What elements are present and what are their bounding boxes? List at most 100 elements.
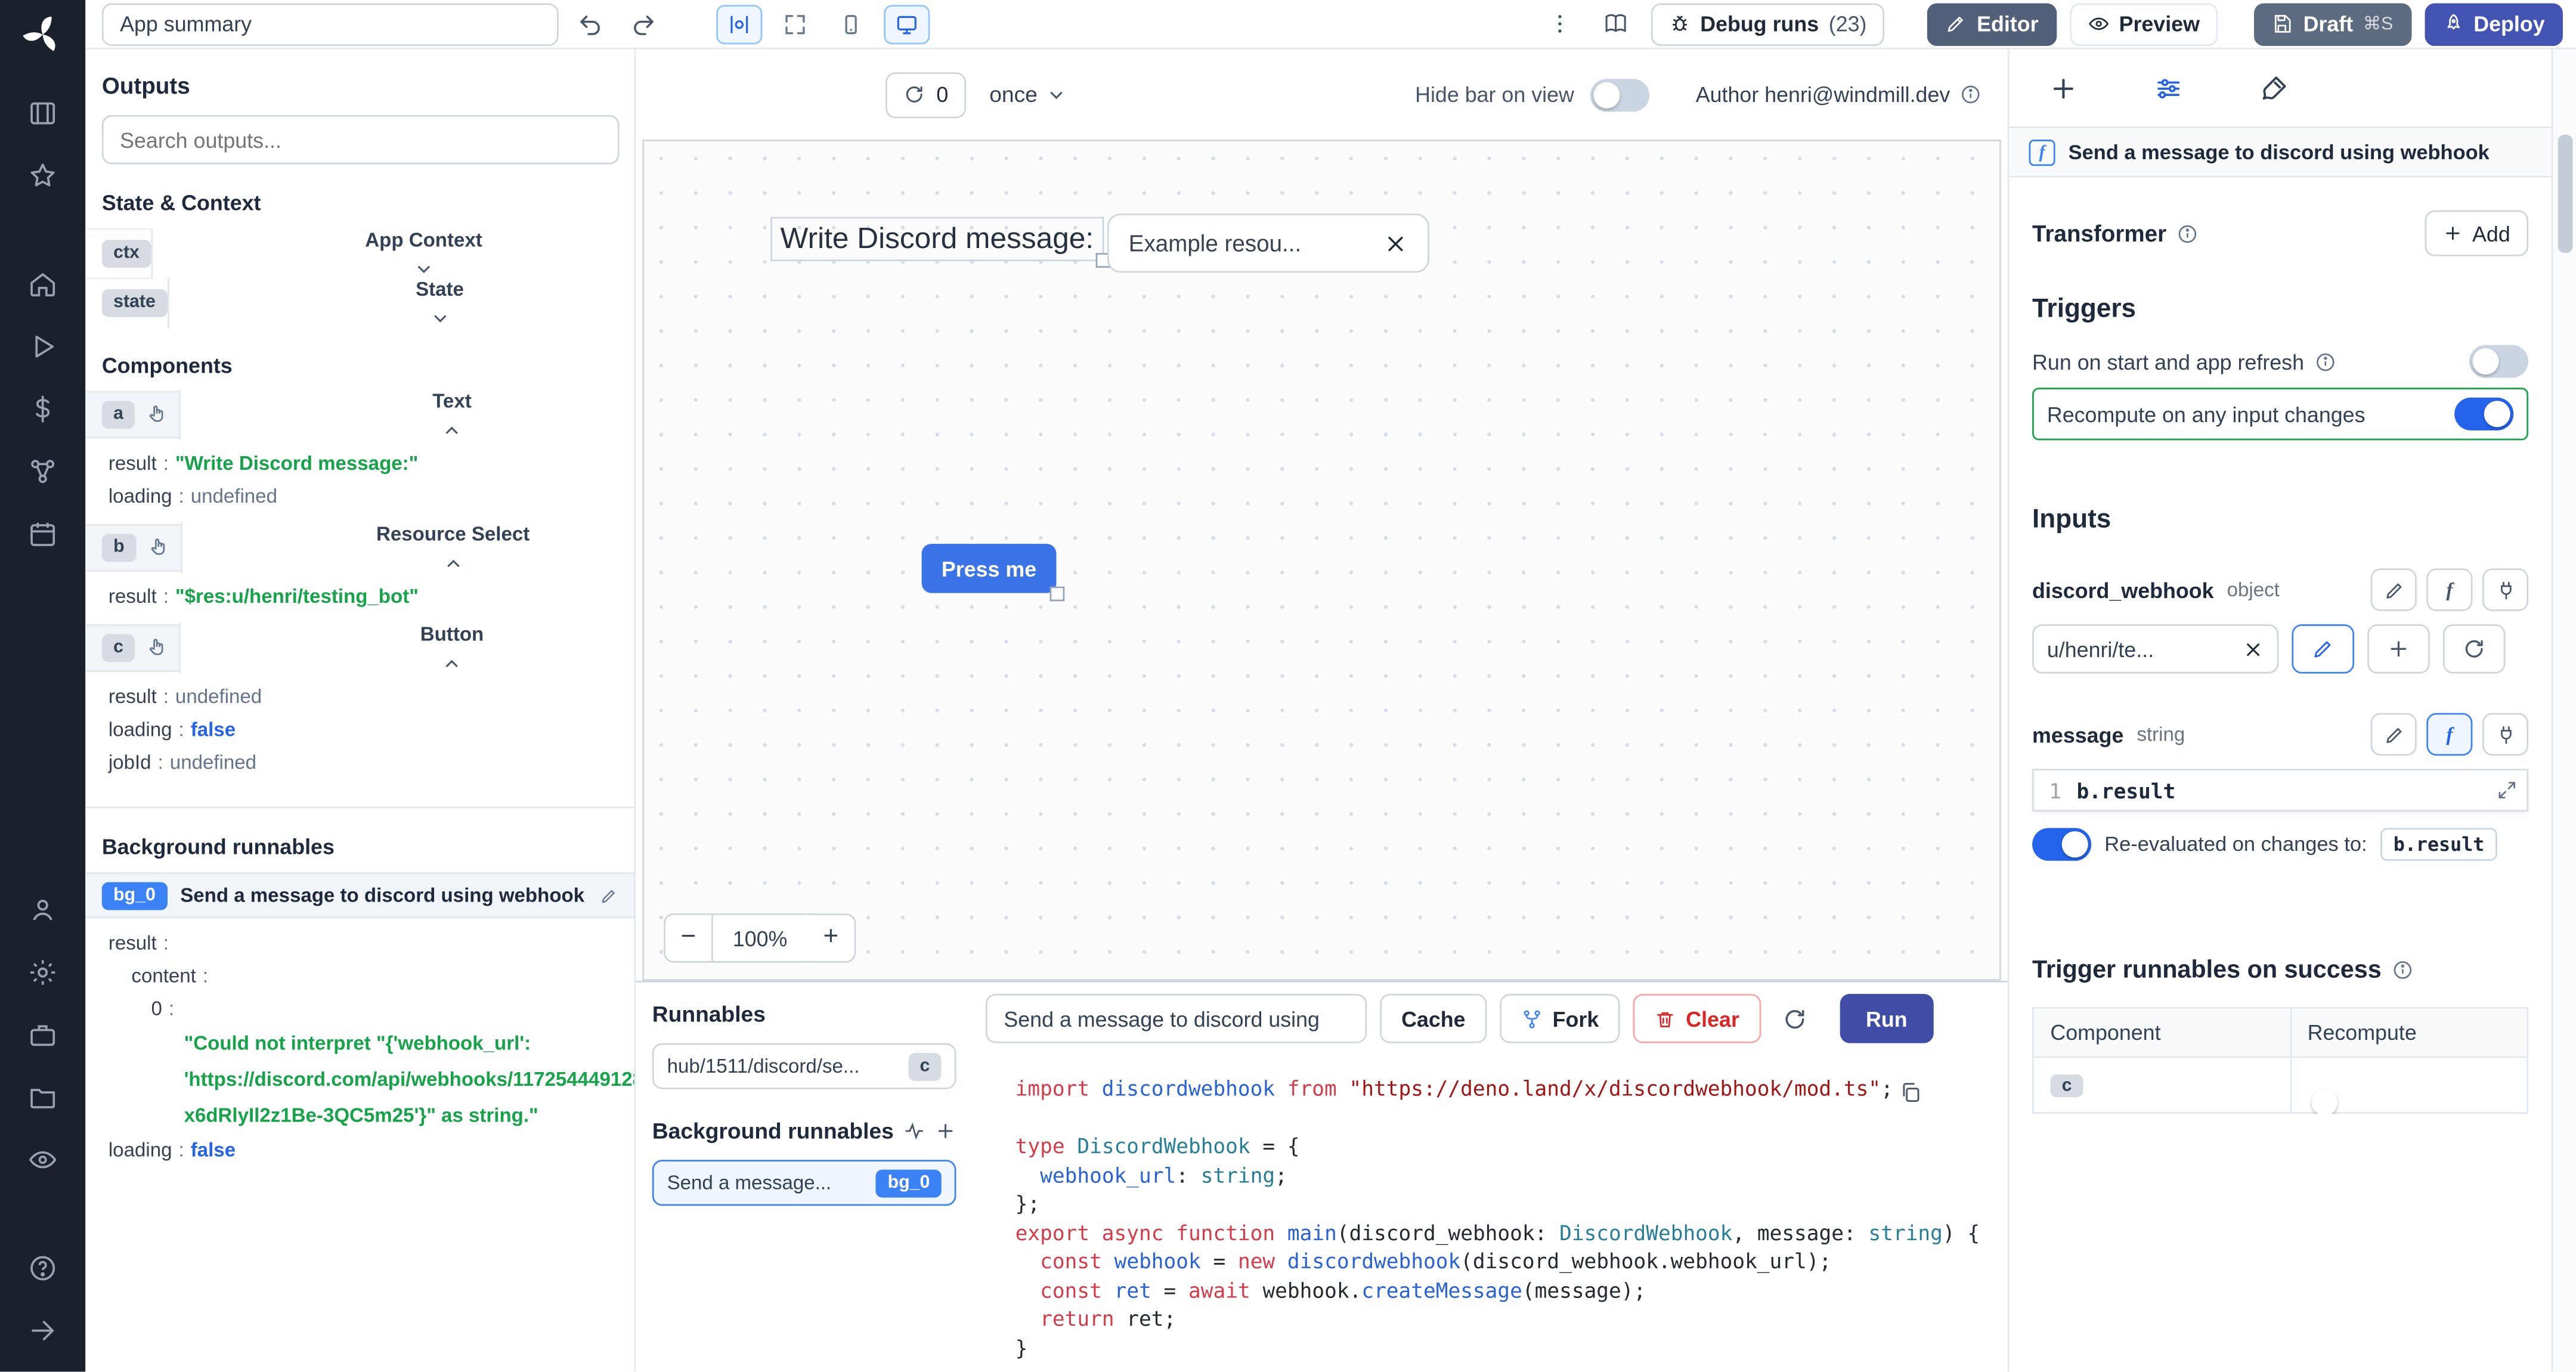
background-runnable-item[interactable]: Send a message... bg_0 xyxy=(652,1160,956,1206)
resources-hub-icon[interactable] xyxy=(0,440,85,503)
bg-runnable-title: Send a message to discord using webhook xyxy=(180,884,584,907)
bg-runnable-header[interactable]: bg_0 Send a message to discord using web… xyxy=(85,872,634,918)
hand-pointer-icon xyxy=(147,404,168,426)
audit-eye-icon[interactable] xyxy=(0,1129,85,1191)
draft-button[interactable]: Draft ⌘S xyxy=(2254,2,2411,45)
recompute-toggle[interactable] xyxy=(2454,398,2513,431)
settings-gear-icon[interactable] xyxy=(0,941,85,1004)
insert-component-tab[interactable] xyxy=(2049,73,2079,103)
text-component-value: Write Discord message: xyxy=(781,222,1094,255)
expression-f-button[interactable]: f xyxy=(2426,568,2472,611)
variables-dollar-icon[interactable] xyxy=(0,378,85,441)
home-icon[interactable] xyxy=(0,253,85,315)
component-b-badge: b xyxy=(102,534,136,562)
search-outputs-input[interactable] xyxy=(102,115,620,165)
copy-icon[interactable] xyxy=(1899,1081,1922,1104)
refresh-count-button[interactable]: 0 xyxy=(886,72,967,117)
app-canvas[interactable]: Write Discord message: Example resou... … xyxy=(642,140,2001,981)
deploy-label: Deploy xyxy=(2473,11,2544,36)
collapse-arrow-icon[interactable] xyxy=(0,1299,85,1362)
add-transformer-button[interactable]: Add xyxy=(2425,210,2528,256)
state-row[interactable]: state State xyxy=(85,278,634,327)
zoom-controls: − 100% + xyxy=(664,913,856,963)
line-number: 1 xyxy=(2034,778,2077,803)
more-menu-button[interactable] xyxy=(1539,2,1582,45)
connect-plug-button[interactable] xyxy=(2482,568,2528,611)
runnable-item[interactable]: hub/1511/discord/se... c xyxy=(652,1043,956,1089)
style-brush-tab[interactable] xyxy=(2259,73,2289,103)
desktop-view-button[interactable] xyxy=(884,4,930,44)
component-c-header[interactable]: c Button xyxy=(85,624,634,672)
docs-book-button[interactable] xyxy=(1595,2,1638,45)
expand-icon[interactable] xyxy=(2497,781,2517,800)
undo-button[interactable] xyxy=(568,2,611,45)
redo-button[interactable] xyxy=(621,2,664,45)
connect-plug-button[interactable] xyxy=(2482,713,2528,756)
app-summary-input[interactable] xyxy=(102,2,559,45)
component-b-header[interactable]: b Resource Select xyxy=(85,524,634,572)
run-on-start-toggle[interactable] xyxy=(2469,345,2528,378)
user-icon[interactable] xyxy=(0,879,85,941)
scrollbar-thumb[interactable] xyxy=(2558,135,2573,253)
ctx-row[interactable]: ctx App Context xyxy=(85,228,634,278)
script-title-input[interactable]: Send a message to discord using xyxy=(986,994,1367,1043)
zoom-out-button[interactable]: − xyxy=(664,913,713,963)
zoom-in-button[interactable]: + xyxy=(807,913,856,963)
clear-x-icon[interactable] xyxy=(1383,231,1408,255)
folders-icon[interactable] xyxy=(0,1066,85,1129)
resource-select-component[interactable]: Example resou... xyxy=(1107,213,1429,272)
fork-button[interactable]: Fork xyxy=(1500,994,1620,1043)
expression-f-button[interactable]: f xyxy=(2426,713,2472,756)
apps-board-icon[interactable] xyxy=(0,82,85,145)
help-icon[interactable] xyxy=(0,1237,85,1300)
field-name: discord_webhook xyxy=(2032,577,2214,602)
edit-pencil-icon[interactable] xyxy=(600,886,618,904)
preview-tab-button[interactable]: Preview xyxy=(2070,2,2218,45)
guides-toggle-button[interactable] xyxy=(716,4,762,44)
fork-label: Fork xyxy=(1553,1006,1599,1030)
colon: : xyxy=(157,452,175,475)
mobile-view-button[interactable] xyxy=(828,4,874,44)
code-line: const ret = await webhook.createMessage(… xyxy=(1015,1275,2008,1304)
frequency-dropdown[interactable]: once xyxy=(989,82,1066,107)
text-component[interactable]: Write Discord message: xyxy=(770,217,1104,261)
refresh-code-button[interactable] xyxy=(1774,997,1817,1040)
editor-label: Editor xyxy=(1977,11,2038,36)
resize-handle[interactable] xyxy=(1050,587,1065,602)
edit-resource-button[interactable] xyxy=(2292,624,2354,674)
clear-button[interactable]: Clear xyxy=(1633,994,1761,1043)
reeval-toggle[interactable] xyxy=(2032,828,2091,861)
refresh-resource-button[interactable] xyxy=(2443,624,2506,674)
code-line: const webhook = new discordwebhook(disco… xyxy=(1015,1247,2008,1275)
hide-bar-toggle[interactable] xyxy=(1590,78,1649,111)
cache-button[interactable]: Cache xyxy=(1380,994,1487,1043)
message-expression-editor[interactable]: 1 b.result xyxy=(2032,769,2528,812)
runs-play-icon[interactable] xyxy=(0,315,85,378)
code-editor-lines[interactable]: import discordwebhook from "https://deno… xyxy=(1015,1074,2008,1362)
fullscreen-button[interactable] xyxy=(772,4,818,44)
zoom-level: 100% xyxy=(713,913,807,963)
edit-pencil-button[interactable] xyxy=(2371,568,2417,611)
code-editor[interactable]: import discordwebhook from "https://deno… xyxy=(973,1055,2008,1372)
create-resource-button[interactable] xyxy=(2367,624,2430,674)
settings-sliders-tab[interactable] xyxy=(2154,73,2184,103)
run-button[interactable]: Run xyxy=(1840,994,1934,1043)
windmill-logo-icon[interactable] xyxy=(21,13,64,56)
resource-value-box[interactable]: u/henri/te... xyxy=(2032,624,2278,674)
schedules-calendar-icon[interactable] xyxy=(0,503,85,565)
vertical-scrollbar[interactable] xyxy=(2552,49,2576,1372)
component-a-header[interactable]: a Text xyxy=(85,391,634,439)
debug-runs-button[interactable]: Debug runs (23) xyxy=(1651,2,1885,45)
clear-x-icon[interactable] xyxy=(2243,638,2264,659)
edit-pencil-button[interactable] xyxy=(2371,713,2417,756)
deploy-button[interactable]: Deploy xyxy=(2425,2,2563,45)
workers-briefcase-icon[interactable] xyxy=(0,1004,85,1066)
hide-bar-label: Hide bar on view xyxy=(1415,82,1574,107)
favorites-star-icon[interactable] xyxy=(0,144,85,207)
author-text: Author henri@windmill.dev xyxy=(1696,82,1950,107)
editor-tab-button[interactable]: Editor xyxy=(1927,2,2056,45)
add-background-runnable-button[interactable] xyxy=(935,1120,956,1142)
table-header-recompute: Recompute xyxy=(2290,1008,2528,1057)
press-me-button[interactable]: Press me xyxy=(922,544,1057,593)
runnables-title: Runnables xyxy=(652,1002,956,1027)
